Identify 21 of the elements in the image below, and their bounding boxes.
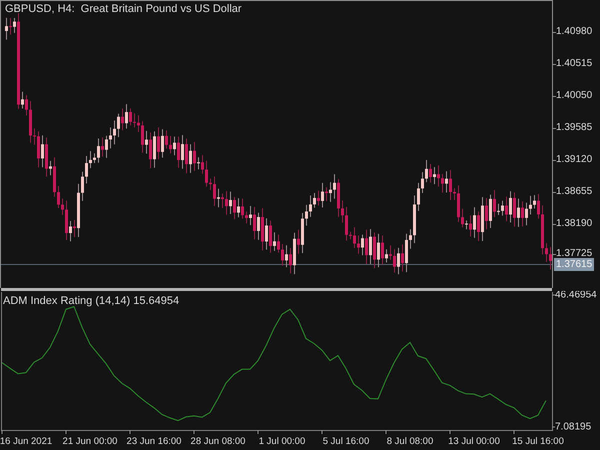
price-label: 1.38655 — [556, 186, 592, 198]
time-label: 21 Jun 00:00 — [62, 436, 118, 447]
price-label: 1.40980 — [556, 26, 592, 38]
time-label: 15 Jul 16:00 — [512, 436, 564, 447]
time-label: 16 Jun 2021 — [0, 436, 52, 447]
current-price-tag: 1.37615 — [554, 258, 594, 271]
time-label: 23 Jun 16:00 — [126, 436, 182, 447]
price-label: 1.40515 — [556, 58, 592, 70]
price-label: 1.38190 — [556, 218, 592, 230]
price-label: 1.40050 — [556, 90, 592, 102]
indicator-title: ADM Index Rating (14,14) 15.64954 — [3, 295, 180, 307]
price-label: 1.39585 — [556, 122, 592, 134]
time-label: 5 Jul 16:00 — [322, 436, 370, 447]
value-label: 7.08195 — [555, 422, 592, 432]
price-label: 1.37725 — [556, 248, 592, 260]
time-label: 8 Jul 08:00 — [386, 436, 434, 447]
time-label: 1 Jul 00:00 — [258, 436, 306, 447]
chart-title: GBPUSD, H4: Great Britain Pound vs US Dollar — [5, 2, 242, 16]
time-label: 13 Jul 00:00 — [448, 436, 500, 447]
time-label: 28 Jun 08:00 — [190, 436, 246, 447]
price-label: 1.39120 — [556, 154, 592, 166]
